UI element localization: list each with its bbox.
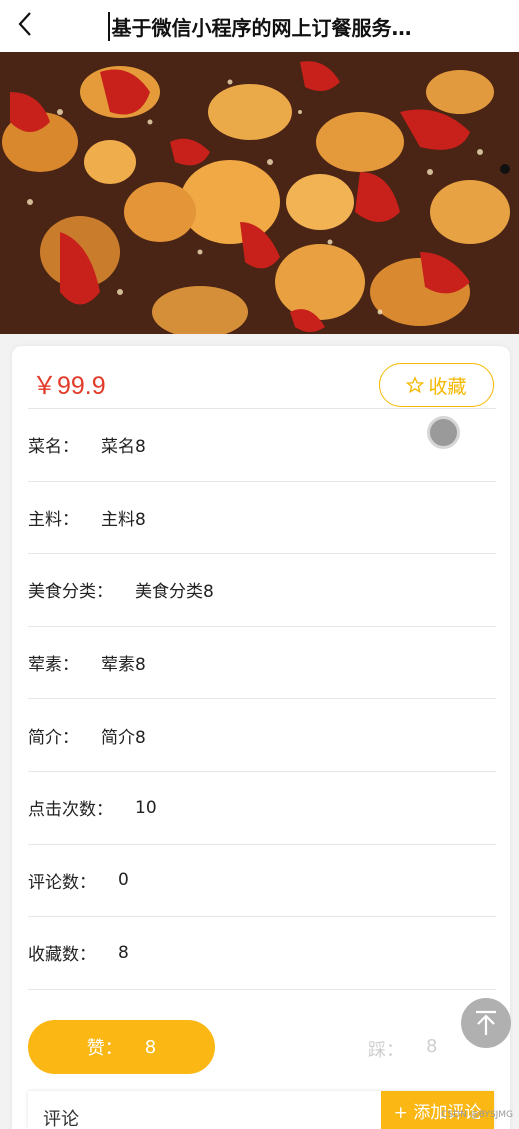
detail-row-comment-count: 评论数： 0 [28,843,496,917]
divider [28,988,496,990]
favorite-button[interactable]: 收藏 [379,363,494,407]
detail-label: 美食分类： [28,582,113,603]
price: ￥99.9 [32,372,106,400]
watermark: CSDN @BYSJMG [441,1110,513,1120]
top-nav-bar: 基于微信小程序的网上订餐服务… [0,0,519,52]
like-count: 8 [144,1036,157,1058]
detail-value: 菜名8 [101,437,146,458]
dish-detail-card: ￥99.9 收藏 菜名： 菜名8 主料： 主料8 美食分类： 美食分类8 荤素：… [12,346,510,1129]
detail-value: 8 [118,942,129,963]
dislike-label: 踩： [368,1040,404,1061]
like-label: 赞： [86,1038,123,1059]
detail-value: 简介8 [101,727,146,748]
detail-row-category: 美食分类： 美食分类8 [28,553,496,626]
detail-value: 10 [135,797,157,818]
like-button[interactable]: 赞： 8 [28,1020,215,1074]
back-button[interactable] [8,6,44,42]
comment-title: 评论 [43,1109,79,1129]
detail-label: 简介： [28,727,79,748]
detail-row-meat-veg: 荤素： 荤素8 [28,625,496,699]
detail-label: 点击次数： [28,800,113,821]
detail-label: 收藏数： [28,945,96,966]
detail-value: 荤素8 [101,655,146,676]
detail-value: 0 [118,870,129,891]
detail-row-main-ingredient: 主料： 主料8 [28,480,496,554]
detail-label: 荤素： [28,655,79,676]
dish-image-carousel[interactable] [0,52,519,334]
detail-row-intro: 简介： 简介8 [28,698,496,771]
dislike-count: 8 [426,1036,438,1057]
dislike-button[interactable]: 踩： 8 [368,1036,437,1062]
detail-value: 美食分类8 [135,582,214,603]
detail-row-favorite-count: 收藏数： 8 [28,916,496,989]
carousel-indicator[interactable] [500,164,510,174]
favorite-label: 收藏 [428,375,467,398]
detail-label: 评论数： [28,872,96,893]
detail-row-clicks: 点击次数： 10 [28,770,496,844]
detail-list: 菜名： 菜名8 主料： 主料8 美食分类： 美食分类8 荤素： 荤素8 简介： … [28,408,496,990]
back-to-top-button[interactable] [461,998,511,1048]
comment-bar: 评论 + 添加评论 [28,1091,494,1129]
detail-value: 主料8 [101,509,146,530]
dish-photo [0,52,519,334]
star-outline-icon [406,376,425,394]
detail-row-name: 菜名： 菜名8 [28,408,496,481]
detail-label: 菜名： [28,437,79,458]
back-to-top-icon [476,1010,496,1035]
back-arrow-icon [18,12,31,36]
page-title: 基于微信小程序的网上订餐服务… [107,11,412,41]
detail-label: 主料： [28,509,79,530]
